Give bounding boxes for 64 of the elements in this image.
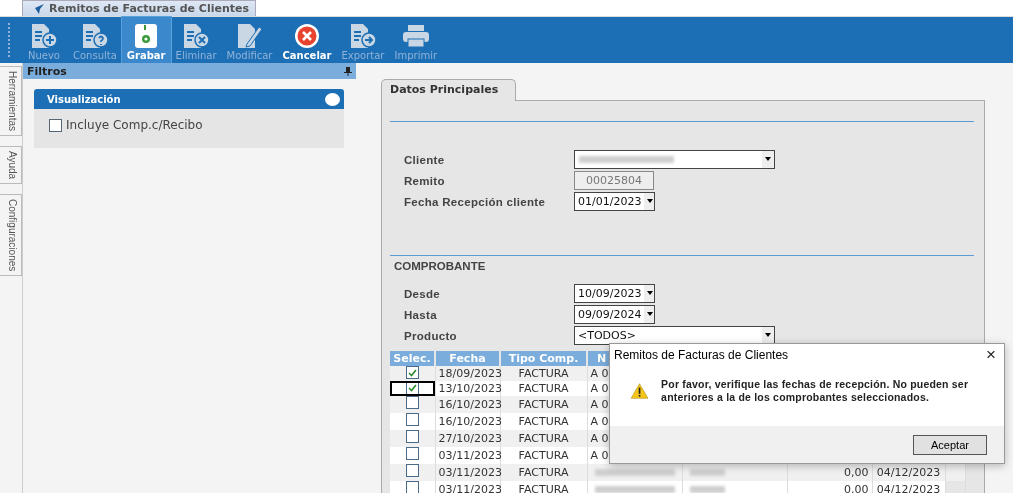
- table-cell: FACTURA: [518, 414, 569, 428]
- table-cell: 16/10/2023: [438, 397, 502, 411]
- dialog-message: Por favor, verifique las fechas de recepción. No pueden ser anteriores a la de los comprobantes seleccionados.: [661, 378, 970, 404]
- checkbox[interactable]: [405, 464, 419, 478]
- table-cell: A 0: [590, 448, 609, 462]
- checkbox[interactable]: [405, 447, 419, 461]
- table-cell: 04/12/2023: [876, 482, 941, 493]
- table-cell: 0,00: [844, 465, 869, 479]
- input-field[interactable]: 00025804: [574, 171, 654, 190]
- checkbox[interactable]: [405, 430, 419, 444]
- table-cell: A 0: [590, 366, 609, 380]
- checkbox[interactable]: [405, 413, 419, 427]
- form-tab[interactable]: Datos Principales: [381, 79, 517, 101]
- document-tab[interactable]: Remitos de Facturas de Clientes: [22, 0, 256, 16]
- table-cell: A 0: [590, 431, 609, 445]
- table-cell: 03/11/2023: [438, 465, 502, 479]
- close-button[interactable]: ×: [978, 345, 1004, 365]
- side-tab[interactable]: Herramientas: [0, 66, 22, 137]
- table-cell: 16/10/2023: [438, 414, 502, 428]
- field-label: Cliente: [404, 153, 445, 166]
- input-field[interactable]: 01/01/2023: [574, 192, 655, 211]
- input-field[interactable]: <TODOS>: [574, 326, 775, 345]
- blurred-text: [689, 485, 725, 493]
- checkbox[interactable]: [405, 481, 419, 493]
- side-tab[interactable]: Ayuda: [0, 146, 22, 185]
- section-title: COMPROBANTE: [393, 259, 487, 272]
- accept-button[interactable]: Aceptar: [913, 435, 987, 455]
- table-cell: 04/12/2023: [876, 465, 941, 479]
- checkbox[interactable]: [405, 381, 419, 395]
- table-cell: 13/10/2023: [438, 381, 502, 395]
- field-label: Producto: [404, 329, 457, 342]
- field-label: Remito: [404, 174, 445, 187]
- checkbox[interactable]: [405, 396, 419, 410]
- table-cell: FACTURA: [518, 448, 569, 462]
- table-cell: FACTURA: [518, 366, 569, 380]
- input-field[interactable]: 09/09/2024: [574, 305, 655, 324]
- table-cell: FACTURA: [518, 431, 569, 445]
- checkbox[interactable]: [405, 366, 419, 380]
- table-cell: A 0: [590, 414, 609, 428]
- table-cell: FACTURA: [518, 381, 569, 395]
- field-label: Desde: [404, 287, 441, 300]
- collapse-icon[interactable]: [325, 92, 340, 106]
- pin-icon[interactable]: [344, 66, 352, 76]
- side-tab[interactable]: Configuraciones: [0, 194, 22, 277]
- table-cell: FACTURA: [518, 397, 569, 411]
- table-cell: 03/11/2023: [438, 482, 502, 493]
- blurred-text: [689, 468, 725, 476]
- input-field[interactable]: 10/09/2023: [574, 284, 655, 303]
- app-icon: [33, 2, 45, 15]
- table-cell: 03/11/2023: [438, 448, 502, 462]
- input-field[interactable]: [574, 150, 775, 169]
- table-cell: FACTURA: [518, 465, 569, 479]
- panel-title: Filtros: [27, 64, 67, 78]
- section-header[interactable]: Visualización: [34, 89, 344, 109]
- table-cell: A 0: [590, 381, 609, 395]
- field-label: Hasta: [404, 308, 437, 321]
- table-cell: 18/09/2023: [438, 366, 502, 380]
- toolbar-button[interactable]: Grabar: [121, 17, 171, 63]
- field-label: Fecha Recepción cliente: [404, 195, 546, 208]
- toolbar-button[interactable]: Cancelar: [277, 17, 337, 63]
- dialog-title: Remitos de Facturas de Clientes: [614, 348, 789, 362]
- table-cell: A 0: [590, 397, 609, 411]
- table-cell: 27/10/2023: [438, 431, 502, 445]
- table-cell: FACTURA: [518, 482, 569, 493]
